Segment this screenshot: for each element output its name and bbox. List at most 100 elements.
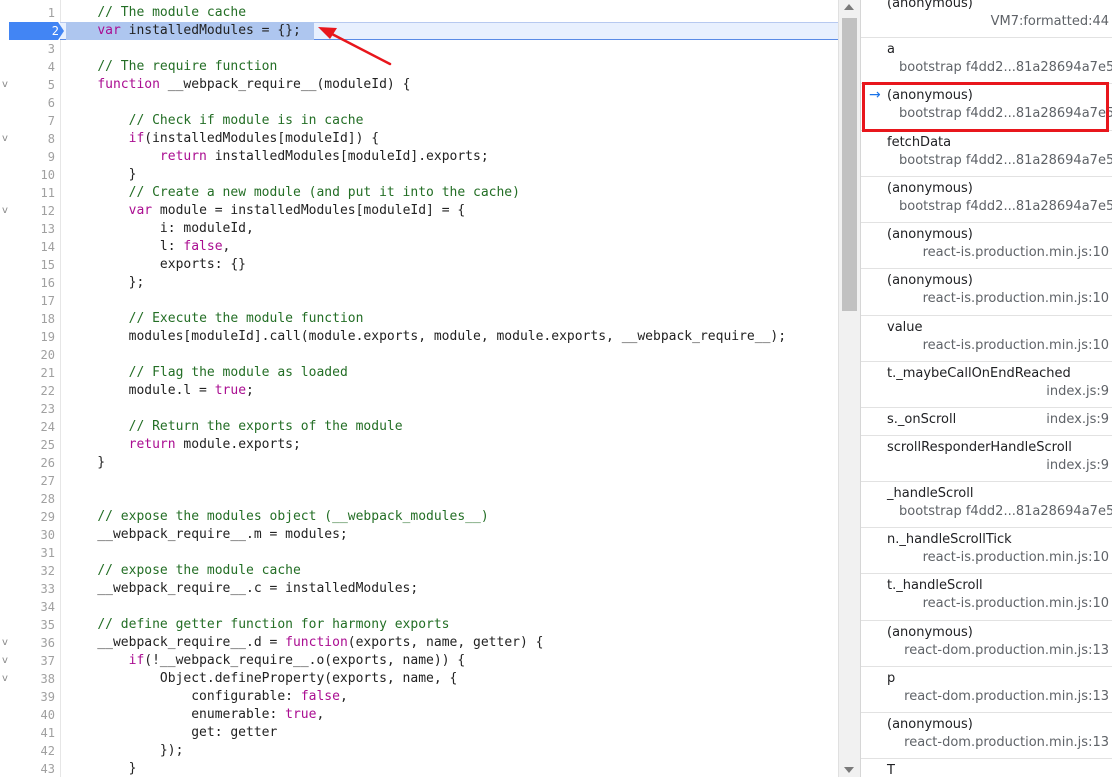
line-number[interactable]: 42 bbox=[0, 742, 55, 760]
code-line[interactable]: v 12 var module = installedModules[module… bbox=[0, 202, 838, 220]
line-number[interactable]: 20 bbox=[0, 346, 55, 364]
line-number[interactable]: 8 bbox=[0, 130, 55, 148]
code-line[interactable]: v5 function __webpack_require__(moduleId… bbox=[0, 76, 838, 94]
call-frame-location[interactable]: react-is.production.min.js:10 bbox=[923, 338, 1109, 353]
code-line[interactable]: v 37 if(!__webpack_require__.o(exports, n… bbox=[0, 652, 838, 670]
code-line[interactable]: 9 return installedModules[moduleId].expo… bbox=[0, 148, 838, 166]
line-number[interactable]: 25 bbox=[0, 436, 55, 454]
call-frame-location[interactable]: index.js:9 bbox=[1046, 412, 1109, 427]
scroll-thumb[interactable] bbox=[842, 18, 857, 311]
code-line[interactable]: 26 } bbox=[0, 454, 838, 472]
call-frame[interactable]: (anonymous) VM7:formatted:44 bbox=[861, 0, 1112, 38]
line-number[interactable]: 16 bbox=[0, 274, 55, 292]
code-line[interactable]: 30 __webpack_require__.m = modules; bbox=[0, 526, 838, 544]
line-number[interactable]: 33 bbox=[0, 580, 55, 598]
code-line[interactable]: 39 configurable: false, bbox=[0, 688, 838, 706]
scroll-down-arrow-icon[interactable] bbox=[844, 767, 854, 773]
line-number[interactable]: 14 bbox=[0, 238, 55, 256]
code-line[interactable]: 41 get: getter bbox=[0, 724, 838, 742]
code-line[interactable]: 24 // Return the exports of the module bbox=[0, 418, 838, 436]
line-number[interactable]: 3 bbox=[0, 40, 55, 58]
call-frame[interactable]: (anonymous) react-is.production.min.js:10 bbox=[861, 223, 1112, 269]
code-line[interactable]: 1 // The module cache bbox=[0, 4, 838, 22]
code-line[interactable]: 18 // Execute the module function bbox=[0, 310, 838, 328]
line-number[interactable]: 43 bbox=[0, 760, 55, 777]
line-number[interactable]: 30 bbox=[0, 526, 55, 544]
call-frame[interactable]: t._handleScroll react-is.production.min.j… bbox=[861, 574, 1112, 621]
code-line[interactable]: 21 // Flag the module as loaded bbox=[0, 364, 838, 382]
code-line[interactable]: 42 }); bbox=[0, 742, 838, 760]
line-number[interactable]: 37 bbox=[0, 652, 55, 670]
call-frame[interactable]: scrollResponderHandleScroll index.js:9 bbox=[861, 436, 1112, 482]
line-number[interactable]: 13 bbox=[0, 220, 55, 238]
line-number[interactable]: 34 bbox=[0, 598, 55, 616]
line-number[interactable]: 32 bbox=[0, 562, 55, 580]
line-number[interactable]: 36 bbox=[0, 634, 55, 652]
code-line[interactable]: 25 return module.exports; bbox=[0, 436, 838, 454]
code-line[interactable]: 7 // Check if module is in cache bbox=[0, 112, 838, 130]
call-frame[interactable]: a bootstrap f4dd2...81a28694a7e5 bbox=[861, 38, 1112, 84]
code-line[interactable]: var installedModules = {}; bbox=[0, 22, 838, 40]
call-frame-location[interactable]: react-dom.production.min.js:13 bbox=[904, 689, 1109, 704]
line-number[interactable]: 10 bbox=[0, 166, 55, 184]
call-frame-location[interactable]: react-is.production.min.js:10 bbox=[923, 245, 1109, 260]
line-number[interactable]: 35 bbox=[0, 616, 55, 634]
code-line[interactable]: v 38 Object.defineProperty(exports, name,… bbox=[0, 670, 838, 688]
line-number[interactable]: 12 bbox=[0, 202, 55, 220]
line-number[interactable]: 38 bbox=[0, 670, 55, 688]
call-frame-active[interactable]: → (anonymous) bootstrap f4dd2...81a28694a7… bbox=[861, 84, 1112, 131]
line-number[interactable]: 24 bbox=[0, 418, 55, 436]
code-line[interactable]: 11 // Create a new module (and put it in… bbox=[0, 184, 838, 202]
code-line[interactable]: 15 exports: {} bbox=[0, 256, 838, 274]
scroll-up-arrow-icon[interactable] bbox=[844, 4, 854, 10]
code-line[interactable]: 20 bbox=[0, 346, 838, 364]
code-line[interactable]: 16 }; bbox=[0, 274, 838, 292]
call-frame[interactable]: _handleScroll bootstrap f4dd2...81a28694a… bbox=[861, 482, 1112, 528]
call-frame[interactable]: s._onScroll index.js:9 bbox=[861, 408, 1112, 436]
call-frame[interactable]: p react-dom.production.min.js:13 bbox=[861, 667, 1112, 713]
code-line[interactable]: 14 l: false, bbox=[0, 238, 838, 256]
call-frame-location[interactable]: react-dom.production.min.js:13 bbox=[904, 735, 1109, 750]
line-number[interactable]: 17 bbox=[0, 292, 55, 310]
call-frame[interactable]: (anonymous) react-dom.production.min.js:1… bbox=[861, 621, 1112, 667]
code-line[interactable]: 32 // expose the module cache bbox=[0, 562, 838, 580]
code-line[interactable]: 22 module.l = true; bbox=[0, 382, 838, 400]
call-frame-location[interactable]: bootstrap f4dd2...81a28694a7e5 bbox=[899, 504, 1112, 519]
code-line[interactable]: 6 bbox=[0, 94, 838, 112]
line-number[interactable]: 28 bbox=[0, 490, 55, 508]
call-frame[interactable]: n._handleScrollTick react-is.production.m… bbox=[861, 528, 1112, 574]
code-line[interactable]: 33 __webpack_require__.c = installedModu… bbox=[0, 580, 838, 598]
code-editor[interactable]: 2 1 // The module cache var installedMod… bbox=[0, 0, 838, 777]
call-frame[interactable]: t._maybeCallOnEndReached index.js:9 bbox=[861, 362, 1112, 408]
line-number[interactable]: 22 bbox=[0, 382, 55, 400]
call-frame-location[interactable]: bootstrap f4dd2...81a28694a7e5 bbox=[899, 106, 1112, 121]
code-line[interactable]: 23 bbox=[0, 400, 838, 418]
line-number[interactable]: 23 bbox=[0, 400, 55, 418]
code-line[interactable]: 29 // expose the modules object (__webpa… bbox=[0, 508, 838, 526]
code-line[interactable]: 27 bbox=[0, 472, 838, 490]
call-frame-location[interactable]: bootstrap f4dd2...81a28694a7e5 bbox=[899, 199, 1112, 214]
line-number[interactable]: 31 bbox=[0, 544, 55, 562]
call-frame-location[interactable]: react-is.production.min.js:10 bbox=[923, 596, 1109, 611]
line-number[interactable]: 41 bbox=[0, 724, 55, 742]
call-frame[interactable]: fetchData bootstrap f4dd2...81a28694a7e5 bbox=[861, 131, 1112, 177]
call-frame-location[interactable]: VM7:formatted:44 bbox=[991, 14, 1109, 29]
code-line[interactable]: 34 bbox=[0, 598, 838, 616]
call-frame-location[interactable]: bootstrap f4dd2...81a28694a7e5 bbox=[899, 60, 1112, 75]
code-line[interactable]: v8 if(installedModules[moduleId]) { bbox=[0, 130, 838, 148]
code-line[interactable]: 31 bbox=[0, 544, 838, 562]
call-frame-location[interactable]: index.js:9 bbox=[1046, 458, 1109, 473]
line-number[interactable]: 11 bbox=[0, 184, 55, 202]
line-number[interactable]: 40 bbox=[0, 706, 55, 724]
call-frame[interactable]: (anonymous) react-is.production.min.js:10 bbox=[861, 269, 1112, 316]
line-number[interactable]: 18 bbox=[0, 310, 55, 328]
line-number[interactable]: 29 bbox=[0, 508, 55, 526]
line-number[interactable]: 26 bbox=[0, 454, 55, 472]
code-line[interactable]: 17 bbox=[0, 292, 838, 310]
code-line[interactable]: 28 bbox=[0, 490, 838, 508]
code-line[interactable]: 10 } bbox=[0, 166, 838, 184]
call-frame-location[interactable]: react-is.production.min.js:10 bbox=[923, 291, 1109, 306]
call-frame[interactable]: (anonymous) bootstrap f4dd2...81a28694a7e… bbox=[861, 177, 1112, 223]
editor-scrollbar[interactable] bbox=[838, 0, 860, 777]
call-frame[interactable]: T bbox=[861, 759, 1112, 777]
